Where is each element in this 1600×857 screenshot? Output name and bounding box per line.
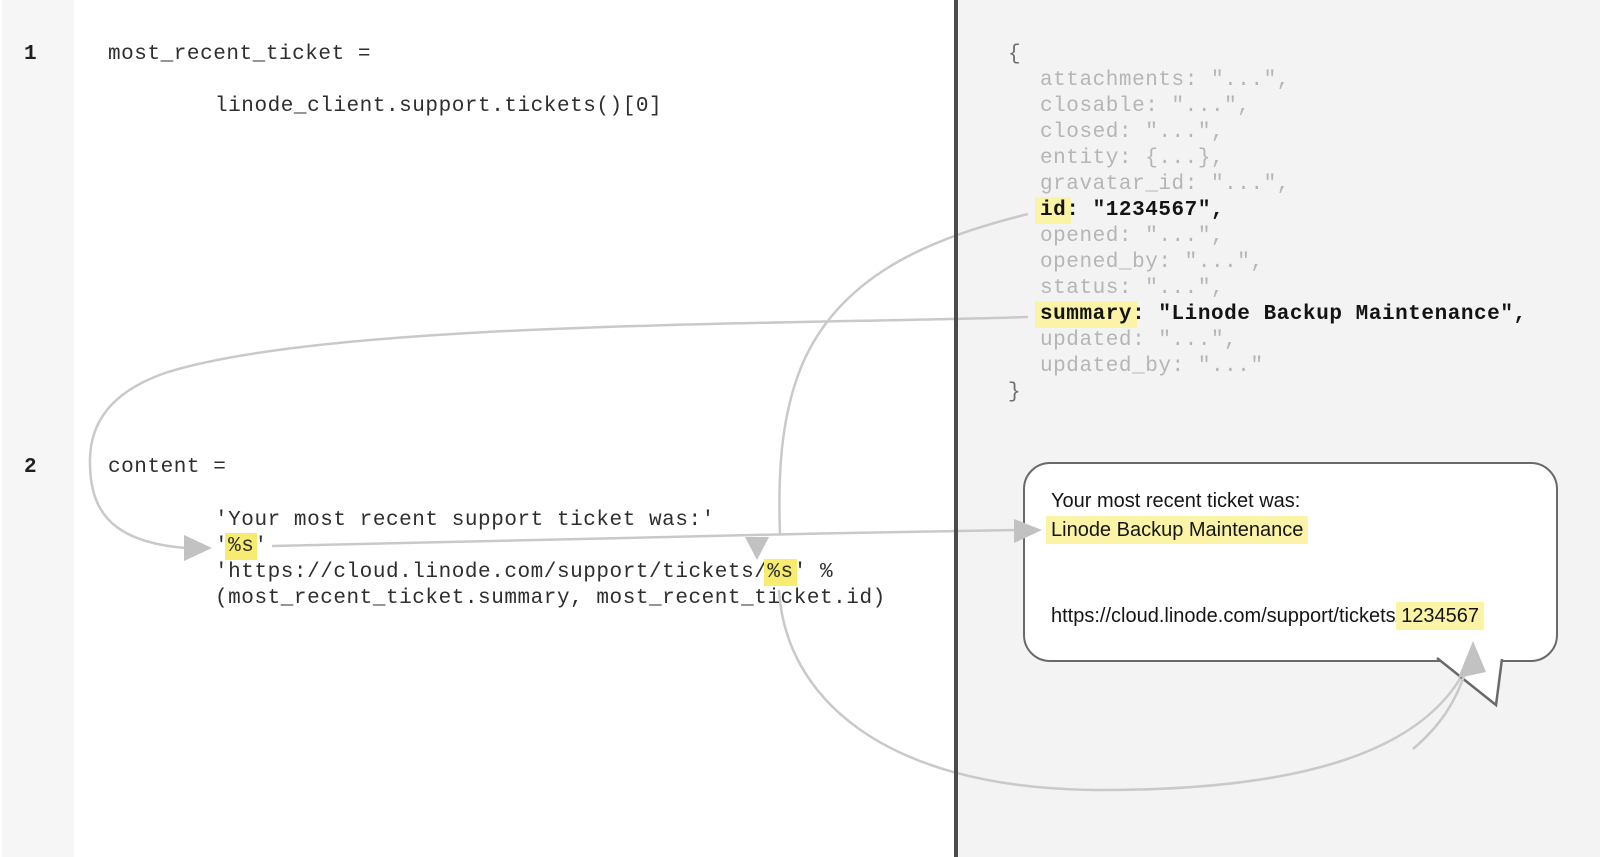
panel-divider (954, 0, 958, 857)
bubble-summary-text: Linode Backup Maintenance (1051, 517, 1303, 544)
summary-value-highlight: Linode Backup Maintenance (1046, 516, 1308, 544)
json-line-attachments: attachments: "...", (1008, 68, 1527, 94)
code-line-assignment-1: most_recent_ticket = (108, 42, 371, 68)
json-key: entity (1040, 147, 1119, 170)
json-key: closed (1040, 121, 1119, 144)
line-number-2: 2 (24, 455, 37, 481)
json-value: : "...", (1119, 225, 1224, 248)
json-line-entity: entity: {...}, (1008, 146, 1527, 172)
json-key-summary-highlight: summary (1035, 301, 1137, 328)
line-number-gutter (2, 0, 74, 857)
json-line-gravatar-id: gravatar_id: "...", (1008, 172, 1527, 198)
annotated-code-diagram: 1 most_recent_ticket = linode_client.sup… (0, 0, 1600, 857)
quote-text: ' % (794, 561, 833, 584)
code-line-assignment-2: content = (108, 455, 226, 481)
json-line-status: status: "...", (1008, 276, 1527, 302)
json-value: : "...", (1185, 69, 1290, 92)
json-line-opened: opened: "...", (1008, 224, 1527, 250)
ticket-json-object: { attachments: "...", closable: "...", c… (1008, 42, 1527, 406)
output-speech-bubble: Your most recent ticket was: Linode Back… (1023, 462, 1558, 662)
line-number-1: 1 (24, 42, 37, 68)
json-open-brace: { (1008, 42, 1527, 68)
quote-text: ' (254, 535, 267, 558)
json-value: : "...", (1145, 95, 1250, 118)
json-line-updated: updated: "...", (1008, 328, 1527, 354)
placeholder-summary-highlight: %s (225, 533, 257, 560)
json-key: attachments (1040, 69, 1185, 92)
code-line-url-string: 'https://cloud.linode.com/support/ticket… (215, 560, 833, 586)
json-value: : "...", (1185, 173, 1290, 196)
json-value-id: : "1234567", (1066, 199, 1224, 222)
json-key: updated (1040, 329, 1132, 352)
json-line-closed: closed: "...", (1008, 120, 1527, 146)
json-line-summary: summary: "Linode Backup Maintenance", (1008, 302, 1527, 328)
arrowhead-right-icon (184, 535, 212, 561)
url-text: https://cloud.linode.com/support/tickets… (1051, 605, 1401, 627)
json-key: status (1040, 277, 1119, 300)
json-value: : "...", (1158, 251, 1263, 274)
url-string-text: 'https://cloud.linode.com/support/ticket… (215, 561, 767, 584)
json-value-summary: : "Linode Backup Maintenance", (1132, 303, 1527, 326)
code-line-placeholder-summary: '%s' (215, 534, 268, 560)
json-value: : {...}, (1119, 147, 1224, 170)
json-value: : "..." (1172, 355, 1264, 378)
code-line-string-1: 'Your most recent support ticket was:' (215, 508, 715, 534)
code-line-format-args: (most_recent_ticket.summary, most_recent… (215, 586, 886, 612)
json-key: opened (1040, 225, 1119, 248)
json-value: : "...", (1119, 277, 1224, 300)
json-value: : "...", (1132, 329, 1237, 352)
json-line-updated-by: updated_by: "..." (1008, 354, 1527, 380)
json-close-brace: } (1008, 380, 1527, 406)
json-line-closable: closable: "...", (1008, 94, 1527, 120)
bubble-intro-text: Your most recent ticket was: (1051, 488, 1300, 515)
placeholder-id-highlight: %s (764, 559, 796, 586)
json-value: : "...", (1119, 121, 1224, 144)
code-line-tickets-call: linode_client.support.tickets()[0] (215, 94, 662, 120)
json-line-opened-by: opened_by: "...", (1008, 250, 1527, 276)
json-key: closable (1040, 95, 1145, 118)
arrowhead-down-icon (745, 537, 769, 560)
json-line-id: id: "1234567", (1008, 198, 1527, 224)
ticket-number-highlight: 1234567 (1396, 602, 1484, 630)
json-key: updated_by (1040, 355, 1172, 378)
json-key: gravatar_id (1040, 173, 1185, 196)
json-key: opened_by (1040, 251, 1158, 274)
bubble-url-text: https://cloud.linode.com/support/tickets… (1051, 603, 1479, 630)
